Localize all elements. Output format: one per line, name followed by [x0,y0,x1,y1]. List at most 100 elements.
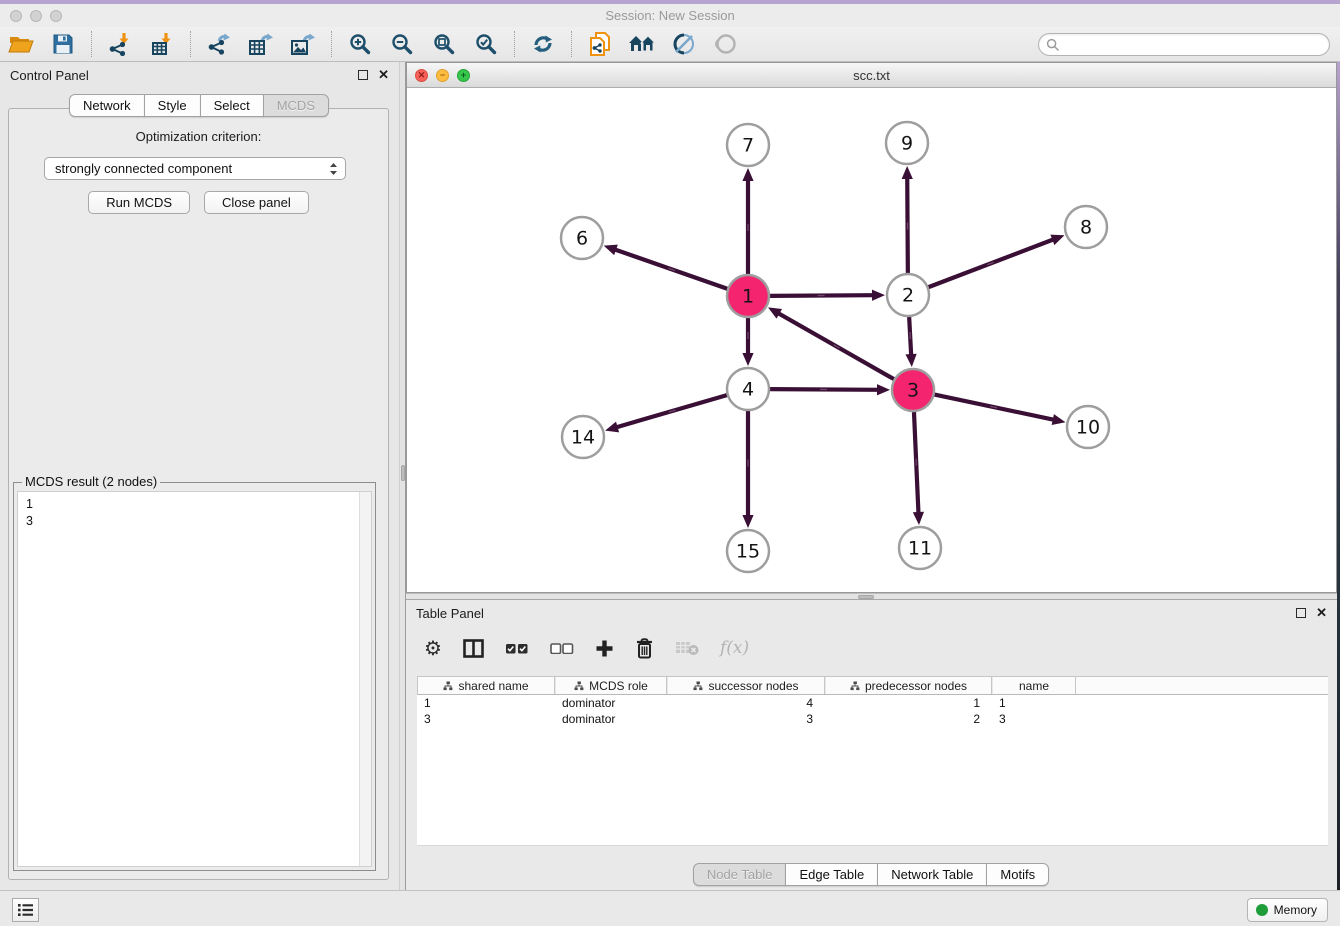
node-7[interactable]: 7 [727,124,769,166]
edge-2-8[interactable] [929,235,1065,288]
float-table-panel-icon[interactable] [1296,608,1306,618]
tab-network-table[interactable]: Network Table [877,863,987,886]
node-11[interactable]: 11 [899,527,941,569]
close-table-panel-icon[interactable]: ✕ [1316,608,1327,618]
tab-node-table[interactable]: Node Table [693,863,787,886]
cell[interactable]: dominator [555,712,667,726]
edge-1-6[interactable] [604,245,728,289]
show-columns-icon[interactable] [463,635,484,661]
edge-3-10[interactable] [935,395,1066,425]
edge-4-3[interactable] [770,384,890,395]
edge-2-9[interactable] [902,166,913,273]
clone-network-icon[interactable] [585,29,615,59]
node-3[interactable]: 3 [892,369,934,411]
cell[interactable]: 1 [992,696,1076,710]
column-header-MCDS-role[interactable]: MCDS role [555,677,667,694]
svg-text:10: 10 [1076,417,1100,439]
edge-1-2[interactable] [770,290,885,301]
cell[interactable]: 2 [825,712,992,726]
edge-1-7[interactable] [742,168,753,274]
task-history-button[interactable] [12,898,39,922]
criterion-select[interactable]: strongly connected component [44,157,346,180]
save-session-icon[interactable] [48,29,78,59]
node-15[interactable]: 15 [727,530,769,572]
column-header-name[interactable]: name [992,677,1076,694]
delete-table-icon-disabled [675,635,699,661]
import-table-icon[interactable] [147,29,177,59]
run-mcds-button[interactable]: Run MCDS [88,191,190,214]
mcds-panel: Optimization criterion: strongly connect… [8,108,389,880]
table-settings-gear-icon[interactable]: ⚙ [424,635,442,661]
zoom-fit-icon[interactable] [429,29,459,59]
create-column-plus-icon[interactable] [595,635,614,661]
edge-2-3[interactable] [906,317,917,367]
export-image-icon[interactable] [288,29,318,59]
mcds-result-area[interactable]: 1 3 [17,491,372,867]
function-builder-icon-disabled: f(x) [720,635,749,661]
cell[interactable]: 1 [825,696,992,710]
import-network-icon[interactable] [105,29,135,59]
node-14[interactable]: 14 [562,416,604,458]
svg-text:15: 15 [736,541,760,563]
tab-mcds[interactable]: MCDS [263,94,329,117]
table-header-row: shared nameMCDS rolesuccessor nodesprede… [417,676,1328,695]
node-4[interactable]: 4 [727,368,769,410]
edge-1-4[interactable] [742,318,753,366]
horizontal-splitter-handle[interactable] [858,595,874,599]
table-panel: Table Panel ✕ ⚙ [406,600,1337,890]
cell[interactable]: 3 [992,712,1076,726]
app-title: Session: New Session [0,8,1340,23]
zoom-selected-icon[interactable] [471,29,501,59]
node-9[interactable]: 9 [886,122,928,164]
edge-4-14[interactable] [605,395,727,432]
tab-style[interactable]: Style [144,94,201,117]
cell[interactable]: dominator [555,696,667,710]
horizontal-splitter[interactable] [406,593,1337,600]
deselect-all-columns-icon[interactable] [550,635,574,661]
close-panel-button[interactable]: Close panel [204,191,309,214]
edge-4-15[interactable] [742,411,753,528]
search-box[interactable] [1038,33,1330,56]
delete-column-trash-icon[interactable] [635,635,654,661]
table-row[interactable]: 1dominator411 [417,695,1328,711]
node-10[interactable]: 10 [1067,406,1109,448]
cell[interactable]: 4 [667,696,825,710]
vertical-splitter[interactable] [399,62,406,890]
cell[interactable]: 1 [417,696,555,710]
refresh-icon[interactable] [528,29,558,59]
zoom-out-icon[interactable] [387,29,417,59]
show-graphics-details-icon[interactable] [711,29,741,59]
table-row[interactable]: 3dominator323 [417,711,1328,727]
network-window-titlebar[interactable]: ✕ − + scc.txt [407,63,1336,88]
tab-edge-table[interactable]: Edge Table [785,863,878,886]
criterion-value: strongly connected component [55,161,232,176]
close-panel-icon[interactable]: ✕ [378,70,389,80]
cell[interactable]: 3 [417,712,555,726]
vertical-splitter-handle[interactable] [401,465,405,481]
column-header-successor-nodes[interactable]: successor nodes [667,677,825,694]
node-6[interactable]: 6 [561,217,603,259]
node-8[interactable]: 8 [1065,206,1107,248]
memory-button[interactable]: Memory [1247,898,1328,922]
search-input[interactable] [1060,37,1329,53]
column-header-shared-name[interactable]: shared name [417,677,555,694]
export-network-icon[interactable] [204,29,234,59]
cell[interactable]: 3 [667,712,825,726]
result-scrollbar[interactable] [359,492,371,866]
node-2[interactable]: 2 [887,274,929,316]
home-icon[interactable] [627,29,657,59]
tab-motifs[interactable]: Motifs [986,863,1049,886]
edge-3-11[interactable] [913,412,924,525]
open-session-icon[interactable] [6,29,36,59]
select-all-columns-icon[interactable] [505,635,529,661]
tab-select[interactable]: Select [200,94,264,117]
zoom-in-icon[interactable] [345,29,375,59]
hide-graphics-details-icon[interactable] [669,29,699,59]
float-panel-icon[interactable] [358,70,368,80]
network-canvas-svg[interactable]: 7 9 6 8 1 2 4 3 14 10 15 11 [407,88,1336,592]
export-table-icon[interactable] [246,29,276,59]
node-1[interactable]: 1 [727,275,769,317]
edge-3-1[interactable] [768,307,894,379]
column-header-predecessor-nodes[interactable]: predecessor nodes [825,677,992,694]
tab-network[interactable]: Network [69,94,145,117]
